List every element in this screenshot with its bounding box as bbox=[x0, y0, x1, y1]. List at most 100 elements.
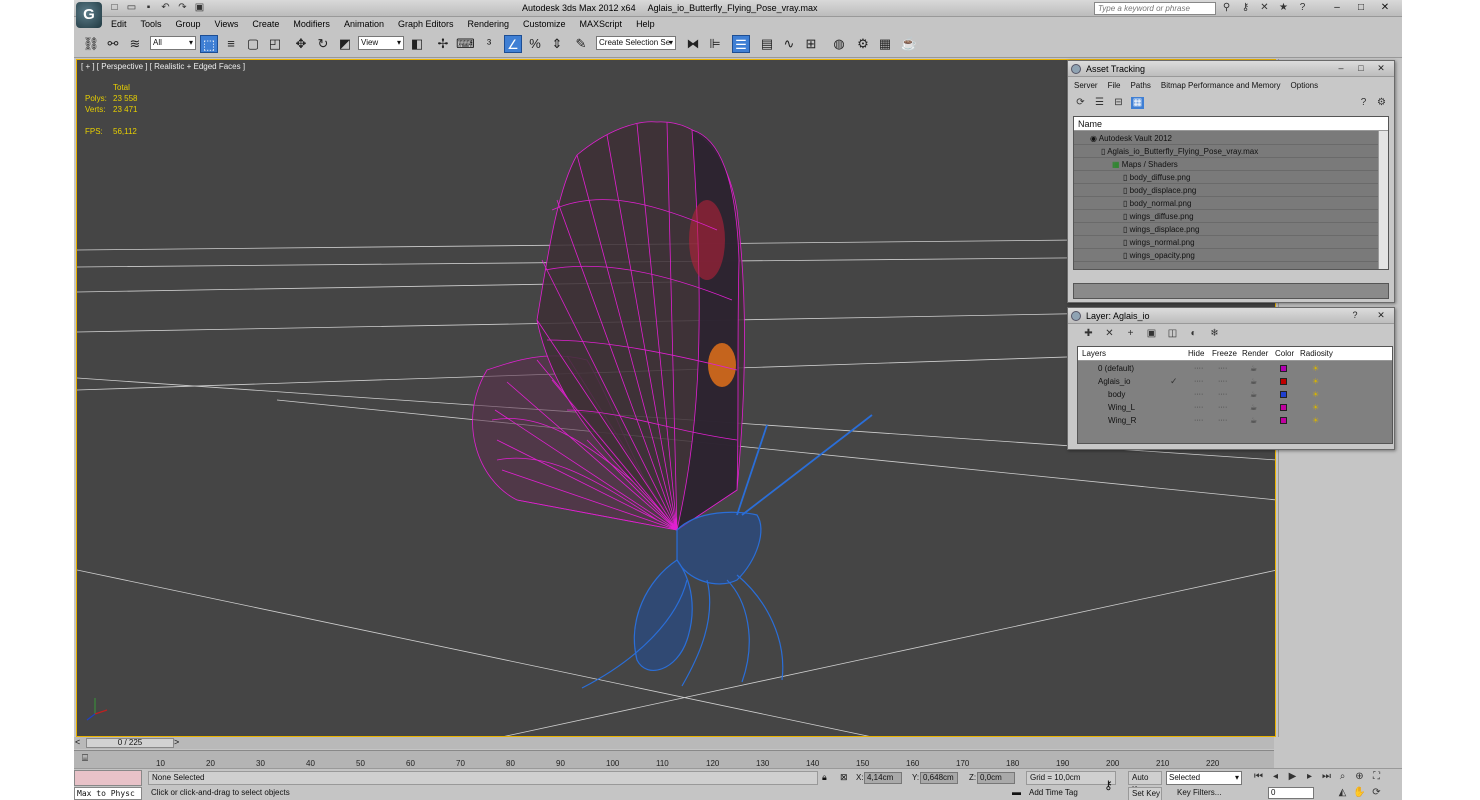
maxscript-listener-mini[interactable] bbox=[74, 770, 142, 786]
delete-layer-icon[interactable]: ✕ bbox=[1103, 328, 1116, 340]
asset-row[interactable]: ▦ Maps / Shaders bbox=[1074, 158, 1378, 171]
menu-modifiers[interactable]: Modifiers bbox=[286, 17, 337, 31]
time-slider-thumb[interactable]: 0 / 225 bbox=[86, 738, 174, 748]
current-frame-field[interactable]: 0 bbox=[1268, 787, 1314, 799]
asset-row[interactable]: ▯ wings_displace.png bbox=[1074, 223, 1378, 236]
render-production-icon[interactable]: ☕ bbox=[900, 35, 918, 53]
time-slider[interactable]: < 0 / 225 > bbox=[74, 737, 1274, 749]
save-icon[interactable]: ▪ bbox=[142, 2, 155, 14]
layer-color-swatch[interactable] bbox=[1280, 404, 1287, 411]
render-teapot-icon[interactable]: ☕︎ bbox=[1250, 388, 1257, 401]
add-to-layer-icon[interactable]: + bbox=[1124, 328, 1137, 340]
layer-color-swatch[interactable] bbox=[1280, 417, 1287, 424]
hide-toggle[interactable]: ···· bbox=[1194, 375, 1203, 388]
graphite-ribbon-icon[interactable]: ▤ bbox=[758, 35, 776, 53]
window-crossing-icon[interactable]: ◰ bbox=[266, 35, 284, 53]
layer-row[interactable]: 0 (default) ···· ···· ☕︎ ☀︎ bbox=[1078, 362, 1392, 375]
next-frame-icon[interactable]: > bbox=[174, 737, 179, 747]
maximize-button[interactable]: □ bbox=[1350, 1, 1372, 15]
active-layer-check-icon[interactable]: ✓ bbox=[1170, 375, 1178, 388]
layer-name[interactable]: body bbox=[1108, 388, 1125, 401]
snaps-toggle-icon[interactable]: ³ bbox=[480, 35, 498, 53]
pivot-center-icon[interactable]: ◧ bbox=[408, 35, 426, 53]
select-object-icon[interactable]: ⬚ bbox=[200, 35, 218, 53]
application-menu-button[interactable]: G bbox=[76, 2, 102, 28]
menu-maxscript[interactable]: MAXScript bbox=[573, 17, 630, 31]
asset-row[interactable]: ▯ wings_diffuse.png bbox=[1074, 210, 1378, 223]
percent-snap-icon[interactable]: % bbox=[526, 35, 544, 53]
next-frame-button-icon[interactable]: ▸ bbox=[1303, 771, 1316, 783]
minimize-button[interactable]: – bbox=[1326, 1, 1348, 15]
angle-snap-icon[interactable]: ∠ bbox=[504, 35, 522, 53]
zoom-extents-icon[interactable]: ⛶ bbox=[1370, 771, 1383, 783]
go-to-start-icon[interactable]: ⏮ bbox=[1252, 771, 1265, 783]
lock-icon[interactable]: 🔒︎ bbox=[822, 772, 827, 783]
edit-named-sets-icon[interactable]: ✎ bbox=[572, 35, 590, 53]
vertical-scrollbar[interactable] bbox=[1378, 131, 1388, 269]
maximize-button[interactable]: □ bbox=[1352, 62, 1370, 75]
binoculars-icon[interactable]: ⚲ bbox=[1220, 2, 1233, 14]
close-button[interactable]: ✕ bbox=[1372, 309, 1390, 322]
selection-filter-select[interactable]: All bbox=[150, 36, 196, 50]
unlink-icon[interactable]: ⚯ bbox=[104, 35, 122, 53]
refresh-icon[interactable]: ⟳ bbox=[1074, 97, 1087, 109]
menu-graph-editors[interactable]: Graph Editors bbox=[391, 17, 461, 31]
layer-row[interactable]: Wing_R ···· ···· ☕︎ ☀︎ bbox=[1078, 414, 1392, 427]
menu-create[interactable]: Create bbox=[245, 17, 286, 31]
mini-curve-editor-icon[interactable]: ⌸ bbox=[82, 753, 88, 764]
layer-name[interactable]: Wing_R bbox=[1108, 414, 1136, 427]
color-column[interactable]: Color bbox=[1275, 347, 1294, 361]
add-time-tag-button[interactable]: Add Time Tag bbox=[1026, 787, 1116, 800]
layer-name[interactable]: Aglais_io bbox=[1098, 375, 1130, 388]
freeze-column[interactable]: Freeze bbox=[1212, 347, 1237, 361]
maxscript-input[interactable]: Max to Physc bbox=[74, 787, 142, 800]
menu-views[interactable]: Views bbox=[208, 17, 246, 31]
asset-row[interactable]: ▯ wings_normal.png bbox=[1074, 236, 1378, 249]
align-icon[interactable]: ⊫ bbox=[706, 35, 724, 53]
asset-menu-bitmap-performance-and-memory[interactable]: Bitmap Performance and Memory bbox=[1161, 81, 1281, 90]
hide-column[interactable]: Hide bbox=[1188, 347, 1204, 361]
asset-menu-paths[interactable]: Paths bbox=[1130, 81, 1150, 90]
previous-frame-icon[interactable]: ◂ bbox=[1269, 771, 1282, 783]
redo-icon[interactable]: ↷ bbox=[176, 2, 189, 14]
render-column[interactable]: Render bbox=[1242, 347, 1268, 361]
set-key-icon[interactable]: ⚷ bbox=[1104, 778, 1113, 792]
table-view-icon[interactable]: ▦ bbox=[1131, 97, 1144, 109]
move-icon[interactable]: ✥ bbox=[292, 35, 310, 53]
mirror-icon[interactable]: ⧓ bbox=[684, 35, 702, 53]
layer-row[interactable]: body ···· ···· ☕︎ ☀︎ bbox=[1078, 388, 1392, 401]
freeze-toggle[interactable]: ···· bbox=[1218, 388, 1227, 401]
asset-tracking-titlebar[interactable]: Asset Tracking – □ ✕ bbox=[1068, 61, 1394, 77]
layer-name[interactable]: Wing_L bbox=[1108, 401, 1135, 414]
render-teapot-icon[interactable]: ☕︎ bbox=[1250, 362, 1257, 375]
asset-menu-file[interactable]: File bbox=[1108, 81, 1121, 90]
help-icon[interactable]: ? bbox=[1296, 2, 1309, 14]
menu-customize[interactable]: Customize bbox=[516, 17, 573, 31]
favorites-icon[interactable]: ★ bbox=[1277, 2, 1290, 14]
layer-color-swatch[interactable] bbox=[1280, 365, 1287, 372]
minimize-button[interactable]: – bbox=[1332, 62, 1350, 75]
layer-row[interactable]: Wing_L ···· ···· ☕︎ ☀︎ bbox=[1078, 401, 1392, 414]
reference-coordinate-select[interactable]: View bbox=[358, 36, 404, 50]
rect-selection-icon[interactable]: ▢ bbox=[244, 35, 262, 53]
undo-icon[interactable]: ↶ bbox=[159, 2, 172, 14]
exchange-icon[interactable]: ✕ bbox=[1258, 2, 1271, 14]
freeze-toggle[interactable]: ···· bbox=[1218, 362, 1227, 375]
freeze-toggle[interactable]: ···· bbox=[1218, 401, 1227, 414]
radiosity-icon[interactable]: ☀︎ bbox=[1312, 375, 1319, 388]
y-coordinate-field[interactable]: 0,648cm bbox=[920, 772, 958, 784]
hide-toggle[interactable]: ···· bbox=[1194, 401, 1203, 414]
project-folder-icon[interactable]: ▣ bbox=[193, 2, 206, 14]
layers-column[interactable]: Layers bbox=[1082, 347, 1106, 361]
close-button[interactable]: ✕ bbox=[1372, 62, 1390, 75]
select-by-name-icon[interactable]: ≡ bbox=[222, 35, 240, 53]
absolute-mode-icon[interactable]: ⊠ bbox=[840, 772, 848, 783]
orbit-icon[interactable]: ⟳ bbox=[1370, 787, 1383, 799]
new-file-icon[interactable]: □ bbox=[108, 2, 121, 14]
asset-settings-icon[interactable]: ⚙ bbox=[1375, 97, 1388, 109]
asset-row[interactable]: ▯ body_normal.png bbox=[1074, 197, 1378, 210]
open-file-icon[interactable]: ▭ bbox=[125, 2, 138, 14]
freeze-toggle[interactable]: ···· bbox=[1218, 375, 1227, 388]
prev-frame-icon[interactable]: < bbox=[75, 737, 80, 747]
select-and-link-icon[interactable]: ⛓ bbox=[82, 35, 100, 53]
